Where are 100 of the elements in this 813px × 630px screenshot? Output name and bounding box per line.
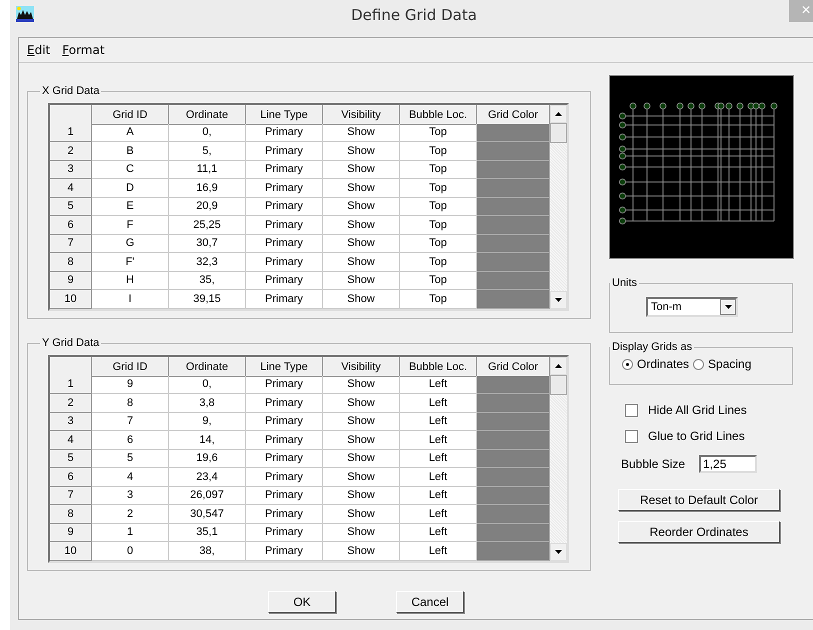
table-cell[interactable]: 20,9 [169,198,246,216]
row-header[interactable]: 6 [50,468,92,486]
table-cell[interactable]: A [92,124,169,142]
row-header[interactable]: 4 [50,179,92,198]
row-header[interactable]: 3 [50,412,92,431]
table-cell[interactable]: Show [323,468,400,486]
color-swatch[interactable] [477,542,550,560]
table-cell[interactable]: 8 [92,394,169,412]
color-swatch[interactable] [477,179,550,198]
row-header[interactable]: 7 [50,486,92,505]
row-header[interactable]: 8 [50,505,92,524]
scroll-thumb[interactable] [550,123,567,143]
table-cell[interactable]: 35, [169,272,246,290]
table-cell[interactable]: E [92,198,169,216]
table-cell[interactable]: G [92,234,169,253]
table-cell[interactable]: 0 [92,542,169,560]
radio-button[interactable] [622,358,633,370]
table-cell[interactable]: 4 [92,468,169,486]
color-swatch[interactable] [477,450,550,468]
row-header[interactable]: 10 [50,542,92,560]
color-swatch[interactable] [477,272,550,290]
table-cell[interactable]: Primary [246,198,323,216]
table-cell[interactable]: 25,25 [169,216,246,234]
row-header[interactable]: 4 [50,431,92,450]
column-header[interactable]: Grid Color [477,105,550,125]
table-cell[interactable]: Primary [246,142,323,160]
row-header[interactable]: 7 [50,234,92,253]
row-header[interactable]: 8 [50,253,92,272]
color-swatch[interactable] [477,394,550,412]
radio-button[interactable] [693,358,704,370]
scrollbar[interactable] [550,357,567,560]
color-swatch[interactable] [477,486,550,505]
color-swatch[interactable] [477,376,550,394]
table-cell[interactable]: 14, [169,431,246,450]
table-cell[interactable]: 38, [169,542,246,560]
scrollbar[interactable] [550,105,567,308]
table-cell[interactable]: 30,7 [169,234,246,253]
bubble-size-field[interactable]: 1,25 [699,455,758,473]
column-header[interactable]: Bubble Loc. [400,357,477,377]
table-cell[interactable]: Show [323,431,400,450]
table-cell[interactable]: Show [323,505,400,524]
table-cell[interactable]: 0, [169,376,246,394]
table-cell[interactable]: C [92,160,169,179]
scroll-up-icon[interactable] [555,112,562,116]
table-cell[interactable]: Show [323,450,400,468]
table-cell[interactable]: Show [323,160,400,179]
color-swatch[interactable] [477,524,550,542]
table-cell[interactable]: Primary [246,124,323,142]
column-header[interactable]: Line Type [246,105,323,125]
table-cell[interactable]: Primary [246,216,323,234]
checkbox-option[interactable]: Hide All Grid Lines [625,403,793,417]
table-cell[interactable]: 26,097 [169,486,246,505]
row-header[interactable]: 1 [50,124,92,142]
table-cell[interactable]: Primary [246,450,323,468]
row-header[interactable]: 9 [50,524,92,542]
table-cell[interactable]: Show [323,142,400,160]
table-cell[interactable]: 16,9 [169,179,246,198]
table-cell[interactable]: F [92,216,169,234]
column-header[interactable]: Ordinate [169,105,246,125]
table-cell[interactable]: 9, [169,412,246,431]
row-header[interactable]: 5 [50,198,92,216]
column-header[interactable]: Visibility [323,357,400,377]
table-cell[interactable]: B [92,142,169,160]
table-cell[interactable]: 5, [169,142,246,160]
table-cell[interactable]: 6 [92,431,169,450]
row-header[interactable]: 5 [50,450,92,468]
table-cell[interactable]: 3 [92,486,169,505]
table-cell[interactable]: 1 [92,524,169,542]
color-swatch[interactable] [477,468,550,486]
color-swatch[interactable] [477,290,550,308]
color-swatch[interactable] [477,431,550,450]
table-cell[interactable]: Show [323,376,400,394]
table-cell[interactable]: 35,1 [169,524,246,542]
color-swatch[interactable] [477,412,550,431]
table-cell[interactable]: Show [323,124,400,142]
table-cell[interactable]: 19,6 [169,450,246,468]
table-cell[interactable]: F' [92,253,169,272]
scroll-down-icon[interactable] [555,550,562,554]
side-button[interactable]: Reorder Ordinates [618,521,780,543]
scroll-up-icon[interactable] [555,364,562,368]
table-cell[interactable]: Show [323,524,400,542]
row-header[interactable]: 9 [50,272,92,290]
table-cell[interactable]: Primary [246,290,323,308]
table-cell[interactable]: Primary [246,234,323,253]
table-cell[interactable]: 2 [92,505,169,524]
table-cell[interactable]: 9 [92,376,169,394]
radio-option[interactable]: Ordinates [622,357,690,371]
table-cell[interactable]: Primary [246,412,323,431]
table-cell[interactable]: Primary [246,486,323,505]
table-cell[interactable]: Show [323,394,400,412]
table-cell[interactable]: Primary [246,394,323,412]
units-dropdown[interactable]: Ton-m [646,297,738,317]
table-cell[interactable]: D [92,179,169,198]
color-swatch[interactable] [477,505,550,524]
color-swatch[interactable] [477,234,550,253]
column-header[interactable]: Line Type [246,357,323,377]
table-cell[interactable]: H [92,272,169,290]
table-cell[interactable]: Show [323,272,400,290]
table-cell[interactable]: Primary [246,468,323,486]
radio-option[interactable]: Spacing [693,357,752,371]
